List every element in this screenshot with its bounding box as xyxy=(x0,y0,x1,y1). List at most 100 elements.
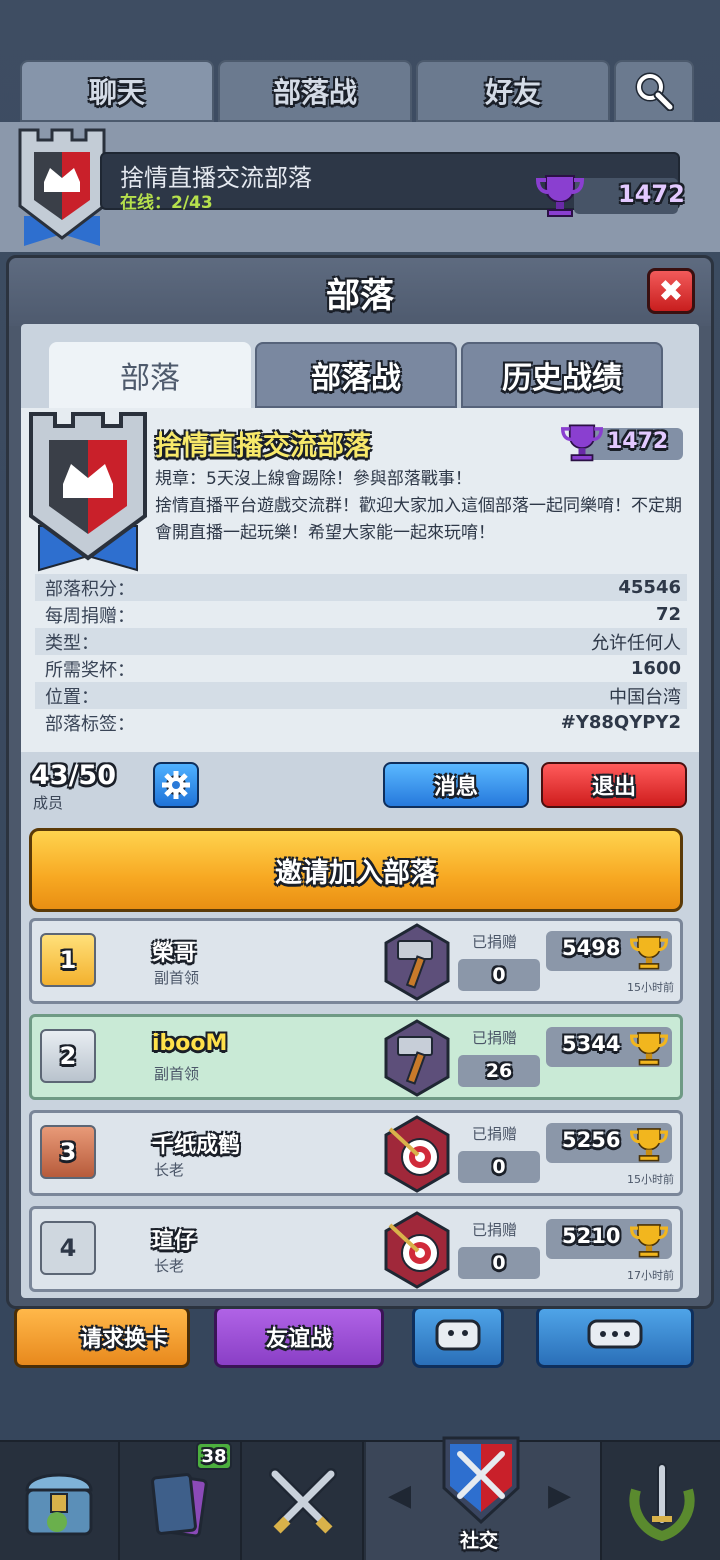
tab-clan-war[interactable]: 部落战 xyxy=(255,342,457,408)
emote-button[interactable] xyxy=(412,1306,504,1368)
tab-clan-war[interactable]: 部落战 xyxy=(218,60,412,122)
chat-button[interactable] xyxy=(536,1306,694,1368)
donated-label: 已捐赠 xyxy=(472,1221,518,1239)
modal-header: 部落 ✖ xyxy=(9,258,711,326)
member-trophies: 5344 xyxy=(562,1032,621,1056)
clan-description: 規章：5天沒上線會踢除！參與部落戰事！ 捨情直播平台遊戲交流群！歡迎大家加入這個… xyxy=(155,469,682,543)
members-bar: 43/50 成员 消息 退出 xyxy=(21,752,699,822)
nav-social[interactable]: ◀ 社交 ▶ xyxy=(366,1436,602,1560)
close-icon: ✖ xyxy=(658,273,684,309)
member-name: ibooM xyxy=(152,1031,228,1056)
donated-label: 已捐赠 xyxy=(472,933,518,951)
last-seen: 17小时前 xyxy=(627,1269,674,1282)
member-row[interactable]: 3 千纸成鹤 长老 已捐赠 0 5256 15小时前 xyxy=(29,1110,683,1196)
clan-badge-icon xyxy=(29,412,147,572)
rank-badge: 3 xyxy=(40,1125,96,1179)
stat-required-trophies: 所需奖杯： 1600 xyxy=(45,658,681,681)
background-trophy-box: 1472 xyxy=(574,178,685,214)
stat-type: 类型： 允许任何人 xyxy=(35,628,687,655)
crossed-swords-icon xyxy=(269,1468,337,1534)
trophy-gold-icon xyxy=(630,1224,668,1258)
background-trophy-value: 1472 xyxy=(618,180,685,208)
bottom-navigation: 38 ◀ 社交 ▶ xyxy=(0,1436,720,1560)
member-name: 榮哥 xyxy=(152,941,197,966)
tab-clan-info[interactable]: 部落 xyxy=(49,342,251,408)
cards-icon xyxy=(151,1473,208,1538)
clan-trophy-value: 1472 xyxy=(607,429,669,454)
member-role: 长老 xyxy=(154,1161,185,1179)
target-arrow-icon xyxy=(384,1211,450,1289)
member-trophies: 5256 xyxy=(562,1128,621,1152)
tab-war-history[interactable]: 历史战绩 xyxy=(461,342,663,408)
rank-badge: 4 xyxy=(40,1221,96,1275)
gear-icon xyxy=(162,771,190,799)
donated-label: 已捐赠 xyxy=(472,1125,518,1143)
donated-value: 0 xyxy=(458,959,540,991)
close-button[interactable]: ✖ xyxy=(647,268,695,314)
trophy-gold-icon xyxy=(630,1128,668,1162)
nav-events[interactable] xyxy=(602,1442,720,1560)
clan-info-panel: 捨情直播交流部落 1472 規章：5天沒上線會踢除！參與部落戰事！ 捨情直播平台… xyxy=(21,408,699,752)
nav-battle[interactable] xyxy=(244,1442,364,1560)
member-trophies: 5210 xyxy=(562,1224,621,1248)
clan-settings-button[interactable] xyxy=(153,762,199,808)
tab-chat[interactable]: 聊天 xyxy=(20,60,214,122)
clan-badge-icon xyxy=(18,128,106,246)
hammer-icon xyxy=(384,1019,450,1097)
member-name: 瑄仔 xyxy=(152,1229,197,1254)
clan-modal: 部落 ✖ 部落 部落战 历史战绩 捨情直播交流部落 1472 規章：5天沒上線會… xyxy=(6,255,714,1309)
trophy-purple-icon xyxy=(536,175,584,217)
last-seen: 15小时前 xyxy=(627,981,674,994)
clan-name: 捨情直播交流部落 xyxy=(155,431,371,462)
background-clan-bar: 捨情直播交流部落 在线：2/43 1472 xyxy=(0,122,720,252)
member-row[interactable]: 1 榮哥 副首领 已捐赠 0 5498 15小时前 xyxy=(29,918,683,1004)
trophy-gold-icon xyxy=(630,936,668,970)
cards-badge: 38 xyxy=(196,1442,232,1470)
nav-shop[interactable] xyxy=(0,1442,120,1560)
nav-right-arrow-icon[interactable]: ▶ xyxy=(548,1478,571,1513)
chat-bubble-icon xyxy=(587,1319,643,1349)
members-count: 43/50 xyxy=(31,760,117,791)
smiley-chat-icon xyxy=(435,1319,481,1351)
member-role: 长老 xyxy=(154,1257,185,1275)
modal-title: 部落 xyxy=(326,276,394,316)
donated-label: 已捐赠 xyxy=(472,1029,518,1047)
leave-clan-button[interactable]: 退出 xyxy=(541,762,687,808)
donated-value: 0 xyxy=(458,1247,540,1279)
social-shield-icon xyxy=(442,1436,520,1525)
stat-clan-tag: 部落标签： #Y88QYPY2 xyxy=(45,712,681,735)
member-role: 副首领 xyxy=(154,1065,200,1083)
stat-location: 位置： 中国台湾 xyxy=(35,682,687,709)
background-online-count: 在线：2/43 xyxy=(120,193,213,213)
member-name: 千纸成鹤 xyxy=(152,1133,241,1158)
nav-left-arrow-icon[interactable]: ◀ xyxy=(388,1478,411,1513)
nav-cards[interactable]: 38 xyxy=(122,1442,242,1560)
invite-to-clan-button[interactable]: 邀请加入部落 xyxy=(29,828,683,912)
trophy-gold-icon xyxy=(630,1032,668,1066)
member-trophies: 5498 xyxy=(562,936,621,960)
hammer-icon xyxy=(384,923,450,1001)
friendly-battle-button[interactable]: 友谊战 xyxy=(214,1306,384,1368)
background-clan-info: 捨情直播交流部落 在线：2/43 1472 xyxy=(100,152,685,217)
target-arrow-icon xyxy=(384,1115,450,1193)
stat-clan-score: 部落积分： 45546 xyxy=(35,574,687,601)
member-role: 副首领 xyxy=(154,969,200,987)
rank-badge: 1 xyxy=(40,933,96,987)
search-icon xyxy=(635,72,674,111)
background-tabs: 聊天 部落战 好友 xyxy=(20,60,696,122)
donated-value: 0 xyxy=(458,1151,540,1183)
donated-value: 26 xyxy=(458,1055,540,1087)
members-label: 成员 xyxy=(33,794,64,812)
rank-badge: 2 xyxy=(40,1029,96,1083)
tab-friends[interactable]: 好友 xyxy=(416,60,610,122)
member-row[interactable]: 4 瑄仔 长老 已捐赠 0 5210 17小时前 xyxy=(29,1206,683,1292)
modal-body: 部落 部落战 历史战绩 捨情直播交流部落 1472 規章：5天沒上線會踢除！參與… xyxy=(21,324,699,1298)
request-cards-button[interactable]: 请求换卡 xyxy=(14,1306,190,1368)
laurel-sword-icon xyxy=(629,1463,695,1542)
search-button[interactable] xyxy=(614,60,694,122)
message-button[interactable]: 消息 xyxy=(383,762,529,808)
stat-weekly-donations: 每周捐赠： 72 xyxy=(45,604,681,627)
last-seen: 15小时前 xyxy=(627,1173,674,1186)
member-row-self[interactable]: 2 ibooM 副首领 已捐赠 26 5344 xyxy=(29,1014,683,1100)
nav-social-label: 社交 xyxy=(460,1530,499,1552)
